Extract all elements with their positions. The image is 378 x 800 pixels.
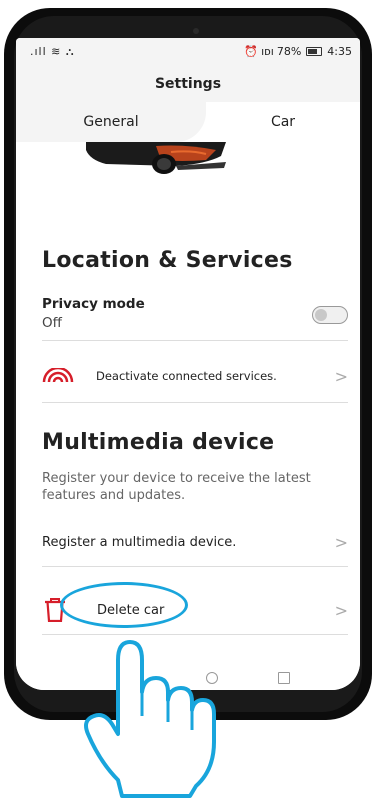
- tap-highlight-ellipse: [60, 582, 188, 628]
- battery-percent: 78%: [276, 45, 302, 58]
- alarm-icon: ⏰: [244, 45, 259, 58]
- chevron-right-icon: >: [334, 367, 348, 386]
- register-multimedia-row[interactable]: Register a multimedia device. >: [42, 530, 348, 560]
- register-multimedia-label: Register a multimedia device.: [42, 535, 237, 550]
- status-right: ⏰ ıᴅı 78% 4:35: [244, 45, 352, 58]
- app-screen: .ıll ≋ ⛬ ⏰ ıᴅı 78% 4:35 Settings General…: [16, 38, 360, 690]
- deactivate-services-label: Deactivate connected services.: [96, 369, 277, 383]
- vibrate-icon: ıᴅı: [261, 45, 274, 58]
- tab-bar: General Car: [16, 102, 360, 142]
- toggle-knob: [315, 309, 327, 321]
- pointing-hand-icon: [84, 640, 216, 798]
- tab-general[interactable]: General: [16, 102, 206, 142]
- clock: 4:35: [327, 45, 352, 58]
- chevron-right-icon: >: [334, 601, 348, 620]
- front-camera: [193, 28, 199, 34]
- recents-button-icon[interactable]: [278, 672, 290, 684]
- chevron-right-icon: >: [334, 533, 348, 552]
- tab-car[interactable]: Car: [206, 102, 360, 142]
- divider: [42, 340, 348, 341]
- page-title: Settings: [16, 66, 360, 102]
- divider: [42, 566, 348, 567]
- privacy-mode-label: Privacy mode: [42, 296, 145, 312]
- connected-services-icon: [42, 368, 74, 383]
- deactivate-services-row[interactable]: Deactivate connected services. >: [96, 364, 348, 390]
- status-bar: .ıll ≋ ⛬ ⏰ ıᴅı 78% 4:35: [16, 38, 360, 66]
- car-image: [86, 142, 226, 174]
- signal-wifi-icon: .ıll ≋ ⛬: [30, 45, 75, 58]
- multimedia-description: Register your device to receive the late…: [42, 471, 311, 503]
- multimedia-heading: Multimedia device: [42, 430, 275, 455]
- privacy-mode-toggle[interactable]: [312, 306, 348, 324]
- battery-icon: [306, 47, 323, 56]
- privacy-mode-value: Off: [42, 315, 62, 331]
- location-services-heading: Location & Services: [42, 248, 293, 273]
- divider: [42, 402, 348, 403]
